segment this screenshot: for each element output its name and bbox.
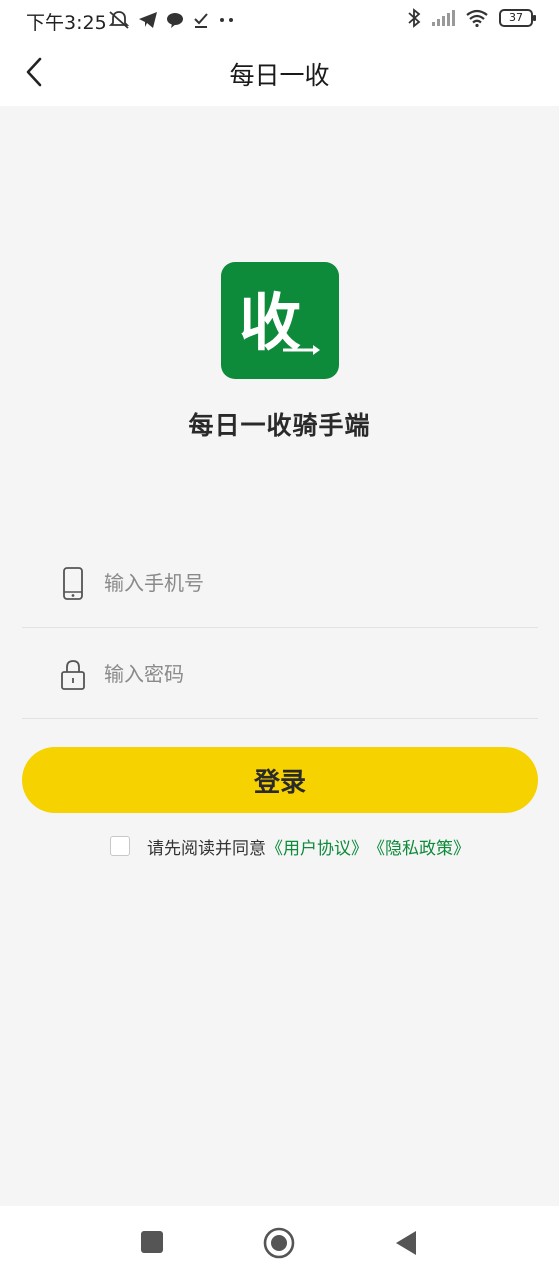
privacy-policy-link[interactable]: 《隐私政策》 <box>368 834 470 859</box>
svg-text:收: 收 <box>239 286 301 359</box>
lock-icon <box>61 660 85 690</box>
page-title: 每日一收 <box>229 61 330 90</box>
recents-button[interactable] <box>140 1230 164 1254</box>
chat-icon <box>167 13 183 28</box>
download-done-icon <box>194 13 208 28</box>
user-agreement-link[interactable]: 《用户协议》 <box>266 834 368 859</box>
nav-bar: 每日一收 <box>0 40 559 106</box>
agreement-checkbox[interactable] <box>110 836 130 856</box>
back-nav-button[interactable] <box>394 1230 418 1256</box>
bluetooth-icon <box>408 8 421 28</box>
password-field-row <box>22 628 538 719</box>
status-bar: 下午3:25 37 <box>0 0 559 40</box>
phone-input[interactable] <box>102 563 506 603</box>
agreement-row: 请先阅读并同意 《用户协议》 《隐私政策》 <box>110 834 470 859</box>
home-button[interactable] <box>263 1227 295 1259</box>
phone-field-row <box>22 537 538 628</box>
logo-shou-icon: 收 <box>239 286 320 359</box>
password-input[interactable] <box>102 654 506 694</box>
status-notification-icons <box>108 10 236 30</box>
agreement-text: 请先阅读并同意 <box>147 838 266 859</box>
app-logo: 收 <box>221 262 339 379</box>
system-nav-bar <box>0 1206 559 1280</box>
status-time: 下午3:25 <box>26 12 107 34</box>
wifi-icon <box>466 9 488 27</box>
app-name: 每日一收骑手端 <box>188 411 371 440</box>
battery-icon: 37 <box>499 9 536 27</box>
more-dots-icon <box>220 18 233 22</box>
signal-icon <box>432 10 455 26</box>
mute-bell-icon <box>108 11 130 29</box>
login-button[interactable]: 登录 <box>22 747 538 813</box>
status-right-icons: 37 <box>407 8 536 28</box>
telegram-icon <box>139 12 157 28</box>
phone-icon <box>63 567 83 600</box>
